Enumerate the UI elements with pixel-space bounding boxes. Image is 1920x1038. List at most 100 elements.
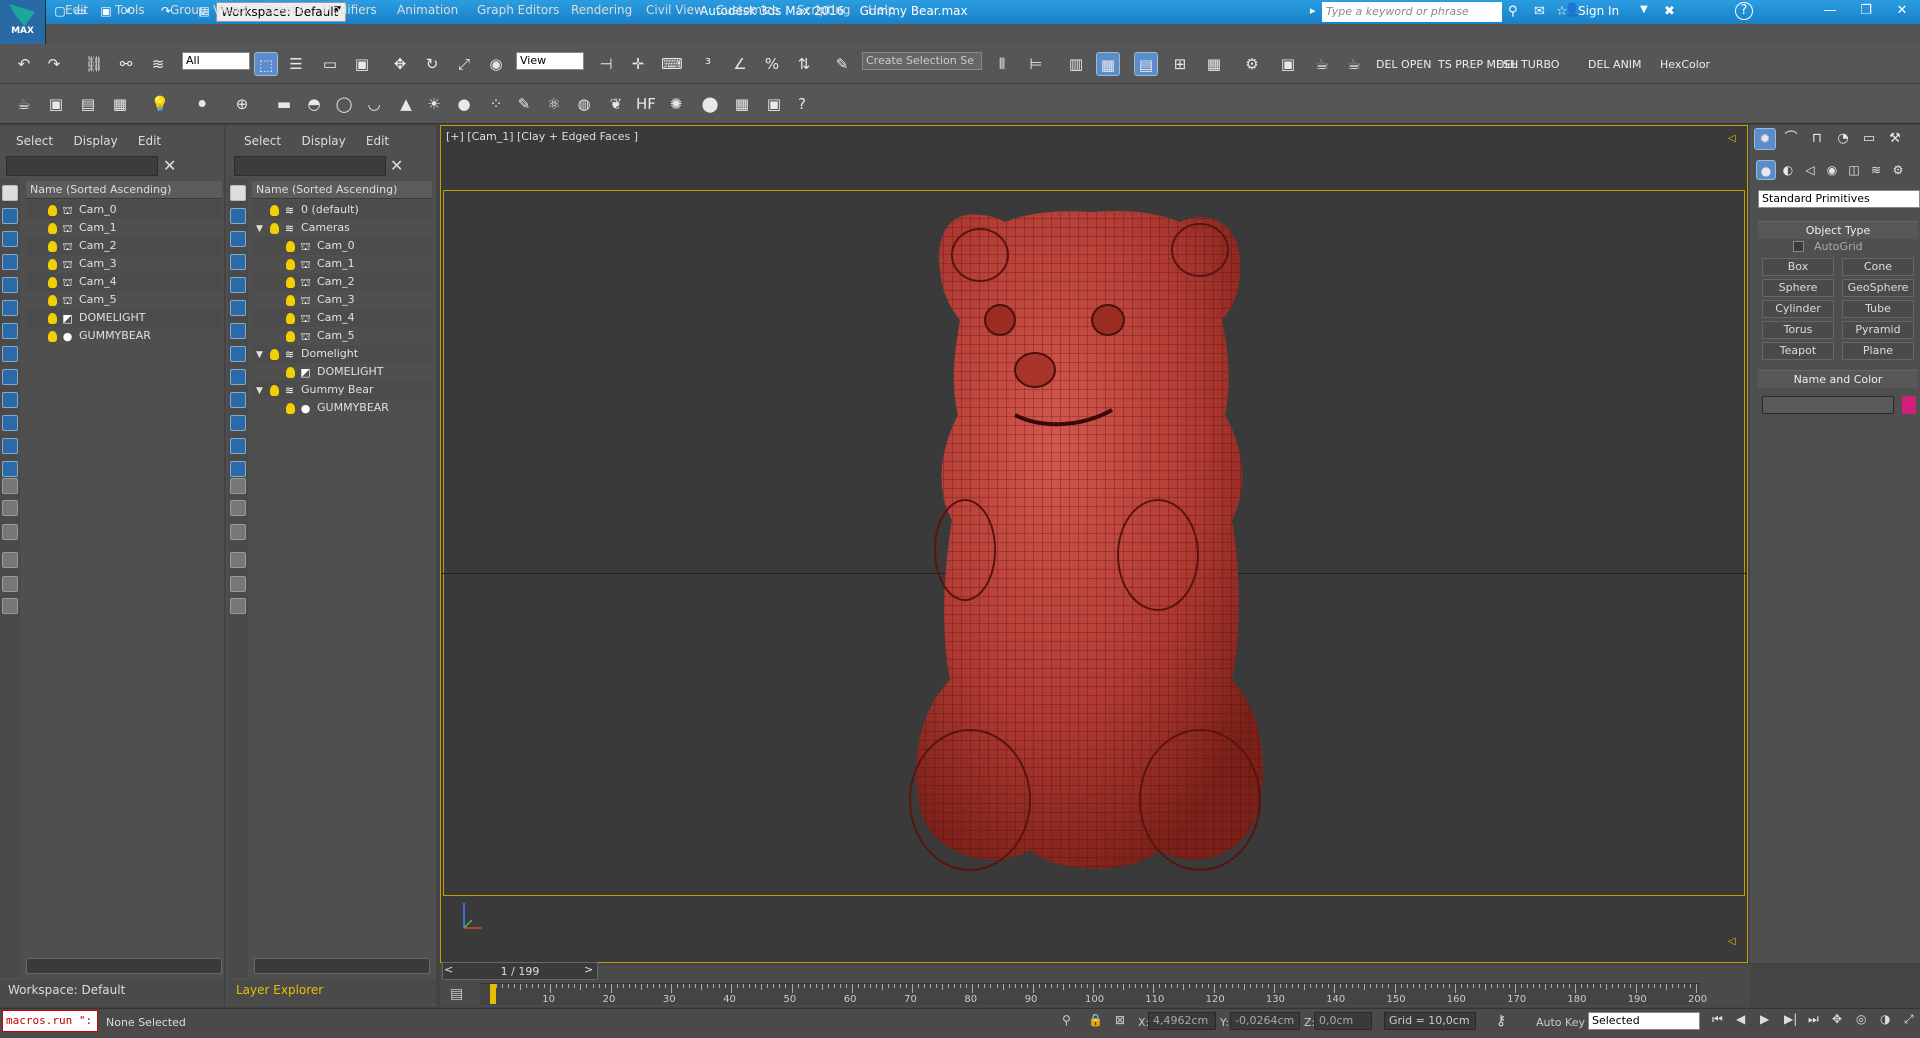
list-item[interactable]: ⛫ Cam_4 (26, 273, 222, 291)
explorer-filter-icon[interactable] (230, 552, 246, 568)
select-object-icon[interactable]: ⬚ (254, 52, 278, 76)
list-item[interactable]: ⛫ Cam_5 (26, 291, 222, 309)
isolate-icon[interactable]: ⚲ (1062, 1013, 1071, 1027)
mirror-tool-icon[interactable]: ⫴ (990, 52, 1014, 76)
explorer-filter-icon[interactable] (230, 478, 246, 494)
dome-icon[interactable]: ◓ (302, 92, 326, 116)
render-icon[interactable]: ☕ (1310, 52, 1334, 76)
systems-icon[interactable]: ⚙ (1888, 160, 1908, 180)
paint-icon[interactable]: ✎ (512, 92, 536, 116)
disc-icon[interactable]: ● (452, 92, 476, 116)
custom-button-4[interactable]: DEL ANIM (1588, 58, 1642, 71)
primitive-cone-button[interactable]: Cone (1842, 258, 1914, 276)
explorer-filter-icon[interactable] (2, 231, 18, 247)
explorer-tab-display[interactable]: Display (302, 134, 346, 154)
menu-customize[interactable]: Customize (716, 3, 779, 17)
layer-item[interactable]: ⛫ Cam_5 (252, 327, 432, 345)
rect-icon[interactable]: ▬ (272, 92, 296, 116)
visibility-bulb-icon[interactable] (48, 240, 57, 252)
explorer-filter-icon[interactable] (2, 277, 18, 293)
visibility-bulb-icon[interactable] (270, 222, 279, 234)
visibility-bulb-icon[interactable] (286, 312, 295, 324)
shapes-icon[interactable]: ◐ (1778, 160, 1798, 180)
link-icon[interactable]: ⛓ (82, 52, 106, 76)
visibility-bulb-icon[interactable] (48, 330, 57, 342)
explorer-filter-icon[interactable] (230, 598, 246, 614)
globe-icon[interactable]: ◍ (572, 92, 596, 116)
primitive-cylinder-button[interactable]: Cylinder (1762, 300, 1834, 318)
visibility-bulb-icon[interactable] (48, 276, 57, 288)
help-icon[interactable]: ? (1735, 2, 1753, 20)
auto-key-button[interactable]: Auto Key (1536, 1016, 1585, 1029)
explorer-filter-icon[interactable] (2, 438, 18, 454)
explorer-filter-icon[interactable] (230, 392, 246, 408)
explorer-tab-display[interactable]: Display (74, 134, 118, 154)
scale-icon[interactable]: ⤢ (452, 52, 476, 76)
explorer-filter-icon[interactable] (230, 500, 246, 516)
visibility-bulb-icon[interactable] (48, 258, 57, 270)
primitive-torus-button[interactable]: Torus (1762, 321, 1834, 339)
explorer-filter-icon[interactable] (2, 185, 18, 201)
explorer-filter-icon[interactable] (230, 415, 246, 431)
hierarchy-tab-icon[interactable]: ⊓ (1806, 128, 1828, 150)
primitive-tube-button[interactable]: Tube (1842, 300, 1914, 318)
clear-filter-icon[interactable]: ✕ (390, 156, 403, 175)
go-start-icon[interactable]: ⏮ (1712, 1012, 1723, 1027)
time-slider-marker[interactable] (490, 984, 496, 1004)
fur-icon[interactable]: ✺ (664, 92, 688, 116)
sun-icon[interactable]: ☀ (422, 92, 446, 116)
search-input[interactable]: Type a keyword or phrase (1322, 2, 1502, 22)
name-color-rollout[interactable]: Name and Color (1758, 370, 1918, 388)
object-name-input[interactable] (1762, 396, 1894, 414)
slider-next-icon[interactable]: > (584, 963, 593, 976)
expand-toggle-icon[interactable]: ▼ (256, 346, 270, 364)
lights-icon[interactable]: ◁ (1800, 160, 1820, 180)
selection-filter-dropdown[interactable]: All (182, 52, 250, 70)
visibility-bulb-icon[interactable] (286, 276, 295, 288)
hair-icon[interactable]: ❦ (604, 92, 628, 116)
explorer-filter-icon[interactable] (2, 369, 18, 385)
explorer-filter-icon[interactable] (230, 231, 246, 247)
menu-create[interactable]: Create (264, 3, 304, 17)
expand-toggle-icon[interactable]: ▼ (256, 220, 270, 238)
clear-filter-icon[interactable]: ✕ (163, 156, 176, 175)
bowl-icon[interactable]: ◡ (362, 92, 386, 116)
sphere-icon[interactable]: ◯ (332, 92, 356, 116)
motion-tab-icon[interactable]: ◔ (1832, 128, 1854, 150)
explorer-filter-icon[interactable] (230, 254, 246, 270)
viewport-label[interactable]: [+] [Cam_1] [Clay + Edged Faces ] (446, 130, 638, 143)
explorer-filter-icon[interactable] (2, 346, 18, 362)
mirror-icon[interactable]: ⊣ (594, 52, 618, 76)
custom-button-3[interactable]: DEL TURBO (1496, 58, 1559, 71)
key-icon[interactable]: ⚷ (1496, 1013, 1506, 1029)
layer-item[interactable]: ▼ ≋ Gummy Bear (252, 381, 432, 399)
primitive-sphere-button[interactable]: Sphere (1762, 279, 1834, 297)
render-active-icon[interactable]: ☕ (1342, 52, 1366, 76)
menu-views[interactable]: Views (213, 3, 248, 17)
pivot-icon[interactable]: ✛ (626, 52, 650, 76)
explorer-hscrollbar[interactable] (26, 958, 222, 974)
layer-filter-input[interactable] (234, 156, 386, 176)
autogrid-checkbox[interactable] (1793, 241, 1804, 252)
menu-modifiers[interactable]: Modifiers (322, 3, 377, 17)
select-by-name-icon[interactable]: ☰ (284, 52, 308, 76)
visibility-bulb-icon[interactable] (270, 348, 279, 360)
explorer-filter-icon[interactable] (230, 346, 246, 362)
menu-tools[interactable]: Tools (115, 3, 145, 17)
time-slider[interactable]: 1 / 199 (442, 962, 598, 980)
visibility-bulb-icon[interactable] (286, 330, 295, 342)
layer-explorer-label[interactable]: Layer Explorer (228, 980, 436, 1004)
explorer-filter-icon[interactable] (230, 576, 246, 592)
list-item[interactable]: ◩ DOMELIGHT (26, 309, 222, 327)
render-setup-icon[interactable]: ⚙ (1240, 52, 1264, 76)
visibility-bulb-icon[interactable] (286, 402, 295, 414)
menu-edit[interactable]: Edit (65, 3, 88, 17)
angle-snap-icon[interactable]: ∠ (728, 52, 752, 76)
explorer-workspace-label[interactable]: Workspace: Default (0, 980, 224, 1004)
go-end-icon[interactable]: ⏭ (1808, 1012, 1819, 1027)
explorer-filter-icon[interactable] (230, 323, 246, 339)
script-icon[interactable]: ▣ (762, 92, 786, 116)
exchange-apps-icon[interactable]: ✖ (1664, 4, 1675, 19)
lock-icon[interactable]: 🔒 (1088, 1013, 1103, 1027)
save-icon[interactable]: ▣ (98, 3, 114, 19)
